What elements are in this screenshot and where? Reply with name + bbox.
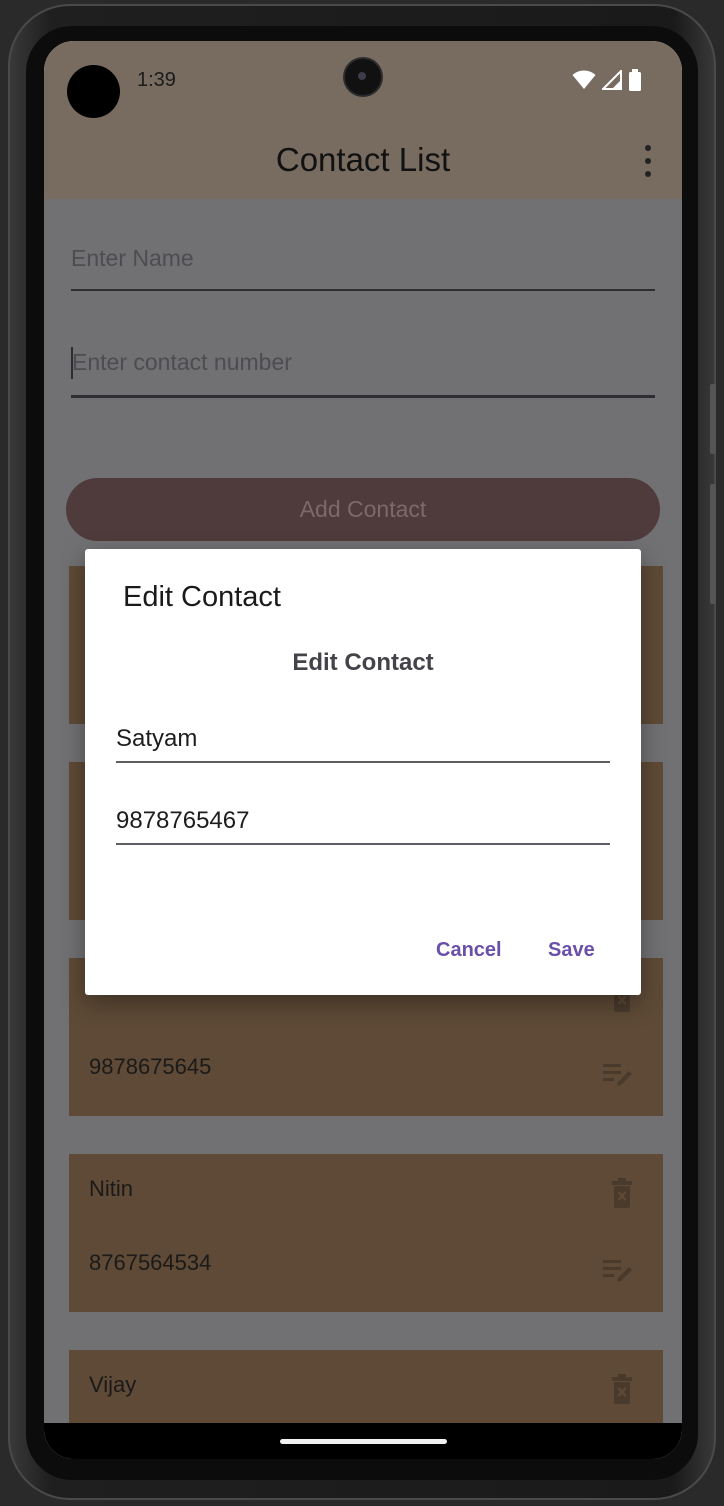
battery-icon — [629, 69, 641, 91]
status-bar: 1:39 — [44, 41, 682, 121]
home-handle[interactable] — [280, 1439, 447, 1444]
contact-number-placeholder: Enter contact number — [72, 349, 292, 375]
app-bar: Contact List — [44, 121, 682, 199]
dialog-name-field[interactable]: Satyam — [116, 725, 610, 763]
add-contact-button[interactable]: Add Contact — [66, 478, 660, 541]
contact-phone: 9878675645 — [89, 1054, 212, 1079]
more-vert-icon[interactable] — [638, 145, 658, 177]
name-input[interactable]: Enter Name — [71, 245, 655, 291]
name-input-placeholder: Enter Name — [71, 245, 194, 271]
edit-contact-dialog: Edit Contact Edit Contact Satyam 9878765… — [85, 549, 641, 995]
status-time: 1:39 — [137, 69, 176, 91]
dialog-title: Edit Contact — [123, 581, 281, 613]
delete-icon[interactable] — [611, 1374, 633, 1408]
power-button — [710, 484, 716, 604]
edit-icon[interactable] — [603, 1062, 635, 1092]
dialog-heading: Edit Contact — [292, 649, 434, 676]
dialog-phone-value: 9878765467 — [116, 807, 250, 834]
cancel-button[interactable]: Cancel — [436, 939, 502, 962]
app-title: Contact List — [275, 141, 451, 178]
status-icons — [572, 69, 642, 91]
cell-signal-icon — [602, 70, 622, 90]
front-camera — [345, 59, 381, 95]
contact-name: Vijay — [89, 1372, 137, 1397]
navigation-bar — [44, 1423, 682, 1459]
save-button[interactable]: Save — [548, 939, 595, 962]
wifi-icon — [572, 70, 596, 89]
edit-icon[interactable] — [603, 1258, 635, 1288]
contact-number-input[interactable]: Enter contact number — [71, 347, 655, 399]
contact-name: Nitin — [89, 1176, 134, 1201]
text-cursor — [71, 347, 73, 379]
screen: 1:39 Contact List Enter Name Enter conta… — [44, 41, 682, 1459]
camera-cutout — [67, 65, 120, 118]
delete-icon[interactable] — [611, 1178, 633, 1212]
dialog-name-value: Satyam — [116, 725, 198, 752]
contact-card: Nitin 8767564534 — [69, 1154, 663, 1312]
volume-button — [710, 384, 716, 454]
contact-phone: 8767564534 — [89, 1250, 212, 1275]
dialog-phone-field[interactable]: 9878765467 — [116, 807, 610, 845]
